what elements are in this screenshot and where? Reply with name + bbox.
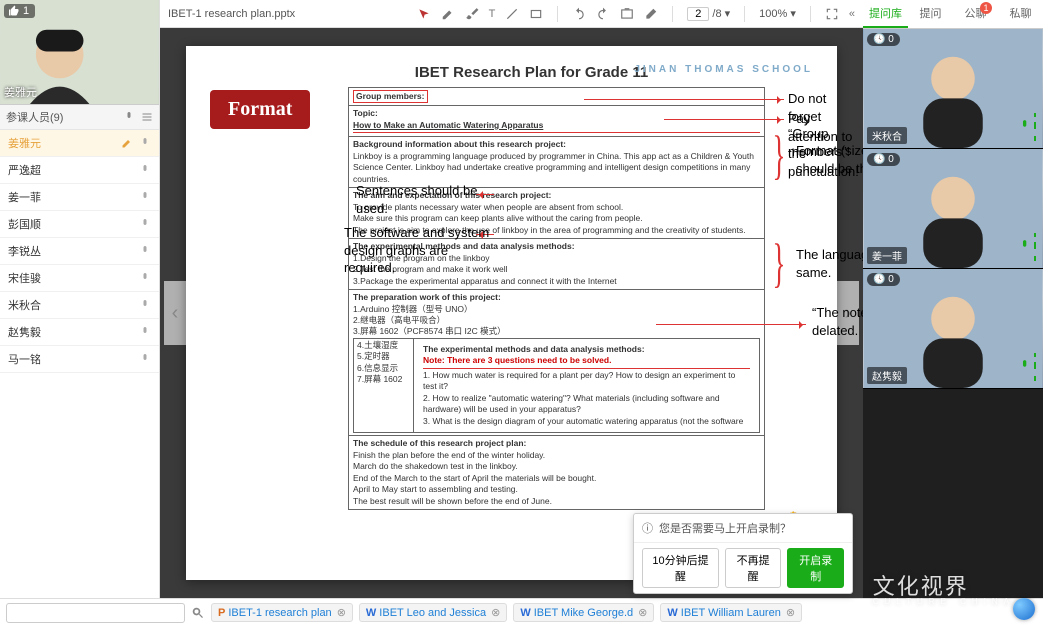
left-panel: 1 姜雅元 参课人员(9) 姜雅元严逸超姜一菲彭国顺李锐丛宋佳骏米秋合赵隽毅马一… — [0, 0, 160, 598]
zoom-level[interactable]: 100% ▾ — [759, 7, 796, 20]
annotation-software: The software and system design graphs ar… — [344, 224, 494, 277]
participant-row[interactable]: 宋佳骏 — [0, 265, 159, 292]
info-icon: ⓘ — [642, 520, 653, 536]
erase-icon[interactable] — [644, 7, 658, 21]
chat-input[interactable] — [6, 603, 185, 623]
right-tab[interactable]: 公聊1 — [953, 0, 998, 28]
participants-list: 姜雅元严逸超姜一菲彭国顺李锐丛宋佳骏米秋合赵隽毅马一铭 — [0, 130, 159, 598]
toolbar: IBET-1 research plan.pptx T /8 ▾ — [160, 0, 863, 28]
schedule-badge: 🕓 0 — [867, 153, 900, 166]
like-badge[interactable]: 1 — [4, 4, 35, 18]
participant-row[interactable]: 姜一菲 — [0, 184, 159, 211]
line-icon[interactable] — [505, 7, 519, 21]
research-plan-doc: Group members: Topic:How to Make an Auto… — [348, 87, 765, 510]
recording-popup: ⓘ您是否需要马上开启录制？ 10分钟后提醒 不再提醒 开启录制 — [633, 513, 853, 594]
file-title: IBET-1 research plan.pptx — [168, 8, 303, 20]
document-tab[interactable]: WIBET Mike George.d⊗ — [513, 603, 654, 622]
center-area: IBET-1 research plan.pptx T /8 ▾ — [160, 0, 863, 598]
prev-slide-button[interactable]: ‹ — [164, 281, 186, 345]
pointer-icon[interactable] — [417, 7, 431, 21]
participant-row[interactable]: 彭国顺 — [0, 211, 159, 238]
participant-row[interactable]: 赵隽毅 — [0, 319, 159, 346]
close-icon[interactable]: ⊗ — [786, 606, 795, 619]
never-remind-button[interactable]: 不再提醒 — [725, 548, 782, 588]
collapse-icon[interactable]: « — [849, 8, 855, 20]
participant-row[interactable]: 马一铭 — [0, 346, 159, 373]
teacher-name: 姜雅元 — [4, 84, 37, 100]
close-icon[interactable]: ⊗ — [337, 606, 346, 619]
annotation-sentences: Sentences should be used. — [356, 182, 486, 217]
close-icon[interactable]: ⊗ — [491, 606, 500, 619]
schedule-badge: 🕓 0 — [867, 33, 900, 46]
rect-icon[interactable] — [529, 7, 543, 21]
brush-icon[interactable] — [465, 7, 479, 21]
mic-icon — [1018, 348, 1039, 384]
teacher-video: 1 姜雅元 — [0, 0, 159, 105]
participant-row[interactable]: 严逸超 — [0, 157, 159, 184]
student-videos: 🕓 0米秋合🕓 0姜一菲🕓 0赵隽毅 — [863, 29, 1043, 598]
page-input[interactable] — [687, 7, 709, 21]
participants-header-icons[interactable] — [123, 111, 153, 123]
participant-row[interactable]: 米秋合 — [0, 292, 159, 319]
right-tab[interactable]: 提问 — [908, 0, 953, 28]
undo-icon[interactable] — [572, 7, 586, 21]
participants-header: 参课人员(9) — [0, 105, 159, 130]
participant-row[interactable]: 姜雅元 — [0, 130, 159, 157]
screenshot-icon[interactable] — [620, 7, 634, 21]
mic-icon — [1018, 228, 1039, 264]
search-icon[interactable] — [191, 606, 205, 620]
assistant-orb-icon[interactable] — [1013, 598, 1035, 620]
document-tab[interactable]: WIBET Leo and Jessica⊗ — [359, 603, 507, 622]
format-tag: Format — [210, 90, 310, 129]
right-panel: 提问库提问公聊1私聊 🕓 0米秋合🕓 0姜一菲🕓 0赵隽毅 — [863, 0, 1043, 598]
student-video[interactable]: 🕓 0姜一菲 — [863, 149, 1043, 269]
page-indicator[interactable]: /8 ▾ — [687, 7, 730, 21]
text-icon[interactable]: T — [489, 8, 496, 20]
right-tab[interactable]: 私聊 — [998, 0, 1043, 28]
remind-later-button[interactable]: 10分钟后提醒 — [642, 548, 719, 588]
document-tab[interactable]: WIBET William Lauren⊗ — [660, 603, 802, 622]
schedule-badge: 🕓 0 — [867, 273, 900, 286]
bottom-bar: PIBET-1 research plan⊗ WIBET Leo and Jess… — [0, 598, 1043, 626]
right-tabs: 提问库提问公聊1私聊 — [863, 0, 1043, 29]
right-tab[interactable]: 提问库 — [863, 0, 908, 28]
redo-icon[interactable] — [596, 7, 610, 21]
mic-icon — [1018, 108, 1039, 144]
document-tab[interactable]: PIBET-1 research plan⊗ — [211, 603, 353, 622]
student-video[interactable]: 🕓 0米秋合 — [863, 29, 1043, 149]
slide-content: JINAN THOMAS SCHOOL IBET Research Plan f… — [186, 46, 837, 580]
school-label: JINAN THOMAS SCHOOL — [634, 64, 813, 75]
start-recording-button[interactable]: 开启录制 — [787, 548, 844, 588]
pen-icon[interactable] — [441, 7, 455, 21]
student-video[interactable]: 🕓 0赵隽毅 — [863, 269, 1043, 389]
close-icon[interactable]: ⊗ — [638, 606, 647, 619]
fullscreen-icon[interactable] — [825, 7, 839, 21]
participant-row[interactable]: 李锐丛 — [0, 238, 159, 265]
document-tabs: PIBET-1 research plan⊗ WIBET Leo and Jess… — [211, 603, 802, 622]
